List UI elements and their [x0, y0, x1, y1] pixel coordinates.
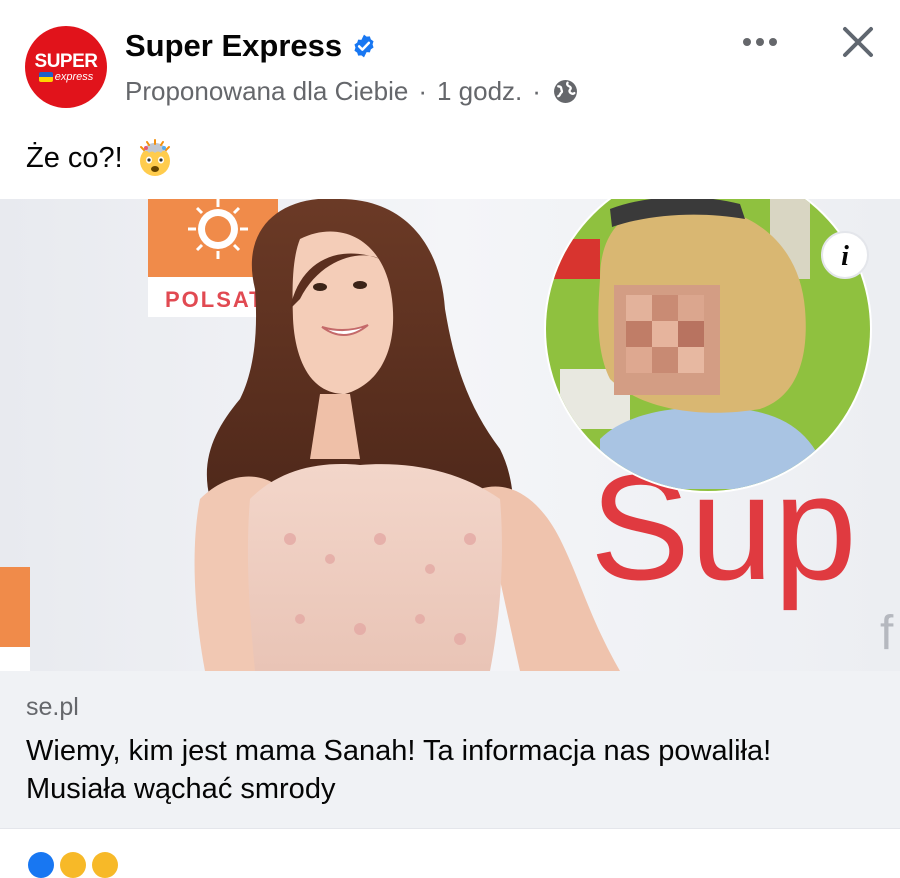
- more-options-button[interactable]: [735, 22, 785, 62]
- svg-text:POLSAT: POLSAT: [165, 287, 265, 312]
- exploding-head-emoji-icon: [139, 139, 170, 176]
- verified-badge-icon: [354, 34, 374, 58]
- svg-text:f: f: [880, 607, 894, 660]
- avatar-logo-text: SUPER: [34, 50, 98, 72]
- close-button[interactable]: [833, 18, 883, 66]
- post-meta: Proponowana dla Ciebie · 1 godz. ·: [125, 76, 578, 107]
- haha-reaction-icon: [60, 852, 86, 878]
- post-time[interactable]: 1 godz.: [437, 76, 522, 107]
- close-icon: [843, 27, 873, 57]
- page-name-row: Super Express: [125, 28, 377, 64]
- wow-reaction-icon: [92, 852, 118, 878]
- like-reaction-icon: [28, 852, 54, 878]
- post-text: Że co?!: [26, 138, 175, 178]
- meta-separator: ·: [418, 76, 427, 106]
- post-message: Że co?!: [26, 141, 123, 174]
- headline-line-1: Wiemy, kim jest mama Sanah! Ta informacj…: [26, 735, 772, 767]
- ukraine-flag-icon: [38, 72, 53, 82]
- avatar-logo-subtext: express: [54, 70, 94, 83]
- page-name[interactable]: Super Express: [125, 28, 342, 64]
- info-badge[interactable]: i: [821, 231, 869, 279]
- reactions-bar: [0, 828, 900, 859]
- post-image[interactable]: POLSAT Sup f i: [0, 199, 900, 671]
- link-headline[interactable]: Wiemy, kim jest mama Sanah! Ta informacj…: [26, 732, 876, 808]
- article-photo: POLSAT Sup f i: [0, 199, 900, 671]
- link-domain: se.pl: [26, 693, 79, 721]
- globe-icon: [553, 80, 577, 103]
- suggested-label: Proponowana dla Ciebie: [125, 76, 409, 106]
- post-header: SUPER express Super Express Proponowana …: [0, 0, 900, 125]
- more-options-icon: [743, 38, 777, 46]
- headline-line-2: Musiała wąchać smrody: [26, 773, 336, 805]
- meta-separator: ·: [532, 76, 541, 106]
- info-icon: i: [841, 241, 849, 272]
- page-avatar[interactable]: SUPER express: [25, 26, 107, 108]
